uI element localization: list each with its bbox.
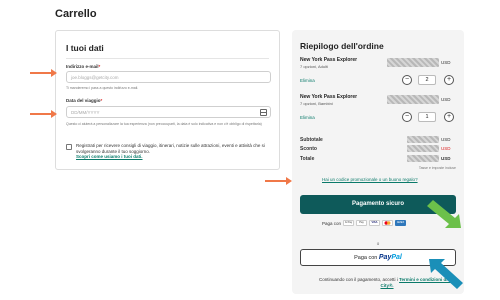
apple-pay-icon: Pay	[356, 220, 368, 226]
visa-icon: VISA	[369, 220, 381, 226]
blurred-subtotal	[407, 136, 439, 143]
blurred-price	[387, 58, 439, 67]
remove-item-link[interactable]: Elimina	[300, 115, 315, 120]
promo-code-link[interactable]: Hai un codice promozionale o un buono re…	[322, 177, 418, 182]
paypal-logo-pal: Pal	[391, 254, 402, 261]
your-data-card: I tuoi dati Indirizzo e-mail* joe.bloggs…	[55, 30, 280, 170]
arrow-right-icon	[30, 69, 57, 77]
your-data-title: I tuoi dati	[66, 43, 104, 53]
total-currency: USD	[441, 156, 451, 161]
increase-quantity-button[interactable]: +	[444, 112, 454, 122]
item-name: New York Pass Explorer	[300, 57, 358, 63]
travel-date-input[interactable]: DD/MM/YYYY	[66, 106, 271, 118]
pay-with-row: Paga con G Pay Pay VISA AMEX	[322, 220, 407, 226]
travel-date-help: Questo ci aiuterà a personalizzare la tu…	[66, 122, 262, 126]
newsletter-checkbox[interactable]	[66, 144, 72, 150]
item-options: 7 opzioni, Bambini	[300, 101, 333, 106]
item-name: New York Pass Explorer	[300, 94, 358, 100]
order-summary-title: Riepilogo dell'ordine	[300, 41, 384, 51]
decrease-quantity-button[interactable]: −	[402, 75, 412, 85]
subtotal-label: Subtotale	[300, 137, 323, 143]
discount-currency: USD	[441, 146, 451, 151]
taxes-note: Tasse e imposte incluse	[418, 166, 456, 170]
green-arrow-icon	[427, 200, 461, 228]
or-separator: o	[376, 241, 380, 246]
data-usage-link[interactable]: Scopri come usiamo i tuoi dati.	[76, 154, 266, 160]
arrow-right-icon	[265, 177, 292, 185]
decrease-quantity-button[interactable]: −	[402, 112, 412, 122]
travel-date-placeholder: DD/MM/YYYY	[71, 110, 100, 115]
item-options: 7 opzioni, Adulti	[300, 64, 329, 69]
email-help: Ti manderemo i pass a questo indirizzo e…	[66, 86, 139, 90]
mastercard-logo-icon	[384, 221, 391, 225]
mastercard-icon	[382, 220, 394, 226]
email-label: Indirizzo e-mail*	[66, 64, 101, 69]
paypal-logo-pay: Pay	[378, 254, 392, 261]
remove-item-link[interactable]: Elimina	[300, 78, 315, 83]
page-title: Carrello	[55, 8, 97, 20]
email-input[interactable]: joe.bloggs@getcity.com	[66, 71, 271, 83]
increase-quantity-button[interactable]: +	[444, 75, 454, 85]
travel-date-label: Data del viaggio*	[66, 98, 103, 103]
google-pay-icon: G Pay	[343, 220, 355, 226]
total-label: Totale	[300, 156, 315, 162]
newsletter-text: Registrati per ricevere consigli di viag…	[76, 143, 266, 160]
quantity-value[interactable]: 1	[418, 112, 436, 122]
teal-arrow-icon	[429, 259, 463, 289]
blurred-total	[407, 155, 439, 162]
amex-icon: AMEX	[395, 220, 407, 226]
subtotal-currency: USD	[441, 137, 451, 142]
arrow-right-icon	[30, 110, 57, 118]
item-currency: USD	[441, 97, 451, 102]
calendar-icon[interactable]	[260, 109, 267, 116]
quantity-value[interactable]: 2	[418, 75, 436, 85]
discount-label: Sconto	[300, 146, 317, 152]
blurred-discount	[407, 145, 439, 152]
item-currency: USD	[441, 60, 451, 65]
blurred-price	[387, 95, 439, 104]
divider	[66, 58, 269, 59]
